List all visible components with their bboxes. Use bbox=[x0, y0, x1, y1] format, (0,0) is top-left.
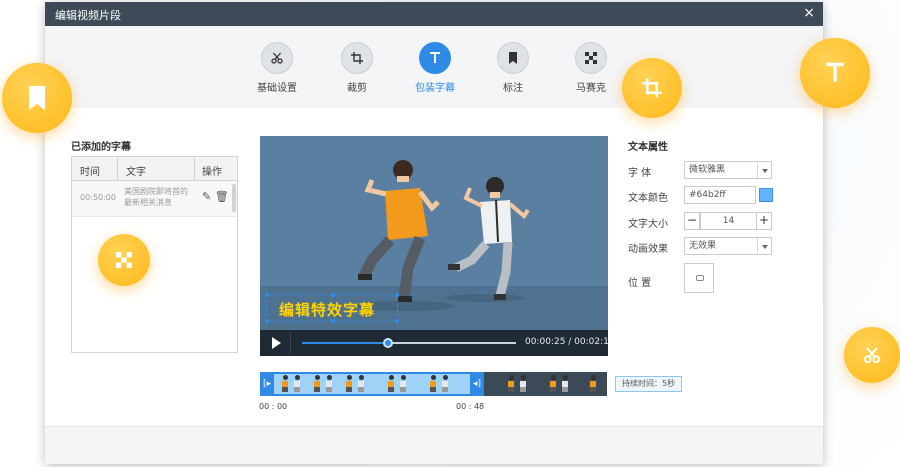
frame-thumbnail bbox=[356, 375, 366, 393]
tab-annotation[interactable]: 标注 bbox=[483, 42, 543, 94]
color-label: 文本颜色 bbox=[628, 193, 668, 204]
position-picker[interactable] bbox=[684, 263, 714, 293]
caption-text: 编辑特效字幕 bbox=[279, 301, 376, 319]
progress-fill bbox=[302, 342, 388, 344]
resize-handle[interactable] bbox=[331, 293, 335, 297]
column-divider bbox=[194, 157, 195, 181]
table-header: 时间 文字 操作 bbox=[72, 157, 237, 181]
column-divider bbox=[117, 157, 118, 181]
frame-thumbnail bbox=[344, 375, 354, 393]
title-bar: 编辑视频片段 × bbox=[45, 2, 823, 26]
frame-thumbnail bbox=[280, 375, 290, 393]
player-controls: 00:00:25 / 00:02:18 bbox=[260, 330, 608, 356]
subtitle-text: 美国剧院即将首的最新相关消息 bbox=[124, 187, 188, 207]
mosaic-icon bbox=[575, 42, 607, 74]
video-preview[interactable]: 编辑特效字幕 00:00:25 / 00:02:18 bbox=[260, 136, 608, 356]
column-header: 文字 bbox=[126, 167, 146, 178]
frame-thumbnail bbox=[560, 375, 570, 393]
tab-label: 包装字幕 bbox=[415, 83, 455, 94]
resize-handle[interactable] bbox=[395, 293, 399, 297]
frame-thumbnail bbox=[518, 375, 528, 393]
scissors-icon bbox=[844, 327, 900, 383]
scrollbar[interactable] bbox=[232, 184, 236, 212]
size-input[interactable]: 14 bbox=[700, 212, 757, 230]
subtitles-title: 已添加的字幕 bbox=[71, 142, 131, 153]
progress-knob[interactable] bbox=[382, 338, 393, 348]
timeline-strip[interactable]: [▸ ◂] bbox=[260, 372, 607, 396]
window-title: 编辑视频片段 bbox=[55, 9, 121, 22]
close-icon[interactable]: × bbox=[803, 5, 815, 21]
resize-handle[interactable] bbox=[395, 319, 399, 323]
frame-thumbnail bbox=[386, 375, 396, 393]
frame-thumbnail bbox=[588, 375, 598, 393]
subtitles-table: 时间 文字 操作 00:50:00 美国剧院即将首的最新相关消息 ✎ 🗑 bbox=[71, 156, 238, 353]
bookmark-icon bbox=[2, 63, 72, 133]
tab-basic-settings[interactable]: 基础设置 bbox=[247, 42, 307, 94]
font-label: 字 体 bbox=[628, 168, 652, 179]
crop-icon bbox=[341, 42, 373, 74]
animation-select[interactable]: 无效果 bbox=[684, 237, 772, 255]
selection-end-handle[interactable]: ◂] bbox=[470, 372, 484, 396]
color-value: #64b2ff bbox=[689, 190, 726, 200]
frame-thumbnail bbox=[440, 375, 450, 393]
chevron-down-icon bbox=[757, 162, 771, 178]
time-readout: 00:00:25 / 00:02:18 bbox=[525, 337, 608, 347]
color-swatch[interactable] bbox=[759, 188, 773, 202]
timeline-end-time: 00 : 48 bbox=[456, 402, 485, 411]
frame-thumbnail bbox=[324, 375, 334, 393]
tab-mosaic[interactable]: 马赛克 bbox=[561, 42, 621, 94]
dialog-footer bbox=[45, 426, 823, 464]
divider bbox=[290, 333, 291, 353]
bookmark-icon bbox=[497, 42, 529, 74]
tab-label: 基础设置 bbox=[257, 83, 297, 94]
frame-thumbnail bbox=[506, 375, 516, 393]
properties-title: 文本属性 bbox=[628, 142, 668, 153]
text-icon bbox=[419, 42, 451, 74]
timeline-start-time: 00 : 00 bbox=[259, 402, 288, 411]
tab-crop[interactable]: 裁剪 bbox=[327, 42, 387, 94]
text-icon bbox=[800, 38, 870, 108]
position-label: 位 置 bbox=[628, 278, 652, 289]
trash-icon[interactable]: 🗑 bbox=[215, 190, 229, 203]
frame-thumbnail bbox=[428, 375, 438, 393]
column-header: 时间 bbox=[80, 167, 100, 178]
tab-label: 马赛克 bbox=[576, 83, 606, 94]
mosaic-icon bbox=[98, 234, 150, 286]
edit-icon[interactable]: ✎ bbox=[202, 190, 211, 203]
duration-tag: 持续时间：5秒 bbox=[615, 376, 683, 392]
size-value: 14 bbox=[722, 216, 735, 226]
resize-handle[interactable] bbox=[265, 319, 269, 323]
chevron-down-icon bbox=[757, 238, 771, 254]
caption-overlay[interactable]: 编辑特效字幕 bbox=[265, 293, 399, 323]
row-actions: ✎ 🗑 bbox=[202, 190, 229, 203]
resize-handle[interactable] bbox=[265, 293, 269, 297]
tool-tabs: 基础设置 裁剪 包装字幕 标注 马赛克 bbox=[45, 26, 823, 108]
selection-start-handle[interactable]: [▸ bbox=[260, 372, 274, 396]
play-icon[interactable] bbox=[272, 337, 281, 349]
column-header: 操作 bbox=[202, 167, 222, 178]
size-decrease-button[interactable]: − bbox=[684, 212, 700, 230]
size-increase-button[interactable]: + bbox=[756, 212, 772, 230]
animation-label: 动画效果 bbox=[628, 244, 668, 255]
frame-thumbnail bbox=[292, 375, 302, 393]
scissors-icon bbox=[261, 42, 293, 74]
frame-thumbnail bbox=[398, 375, 408, 393]
animation-value: 无效果 bbox=[689, 241, 717, 251]
resize-handle[interactable] bbox=[331, 319, 335, 323]
frame-thumbnail bbox=[312, 375, 322, 393]
tab-subtitle-pack[interactable]: 包装字幕 bbox=[405, 42, 465, 94]
font-value: 微软雅黑 bbox=[689, 165, 726, 175]
tab-label: 裁剪 bbox=[347, 83, 367, 94]
table-row[interactable]: 00:50:00 美国剧院即将首的最新相关消息 ✎ 🗑 bbox=[72, 181, 237, 217]
frame-thumbnail bbox=[548, 375, 558, 393]
subtitle-time: 00:50:00 bbox=[80, 193, 116, 202]
size-label: 文字大小 bbox=[628, 219, 668, 230]
edit-video-dialog: 编辑视频片段 × 基础设置 裁剪 包装字幕 标注 马赛克 已添加的字幕 时间 文… bbox=[45, 2, 823, 464]
color-input[interactable]: #64b2ff bbox=[684, 186, 756, 204]
position-dot bbox=[696, 275, 704, 281]
crop-icon bbox=[622, 58, 682, 118]
font-select[interactable]: 微软雅黑 bbox=[684, 161, 772, 179]
tab-label: 标注 bbox=[503, 83, 523, 94]
